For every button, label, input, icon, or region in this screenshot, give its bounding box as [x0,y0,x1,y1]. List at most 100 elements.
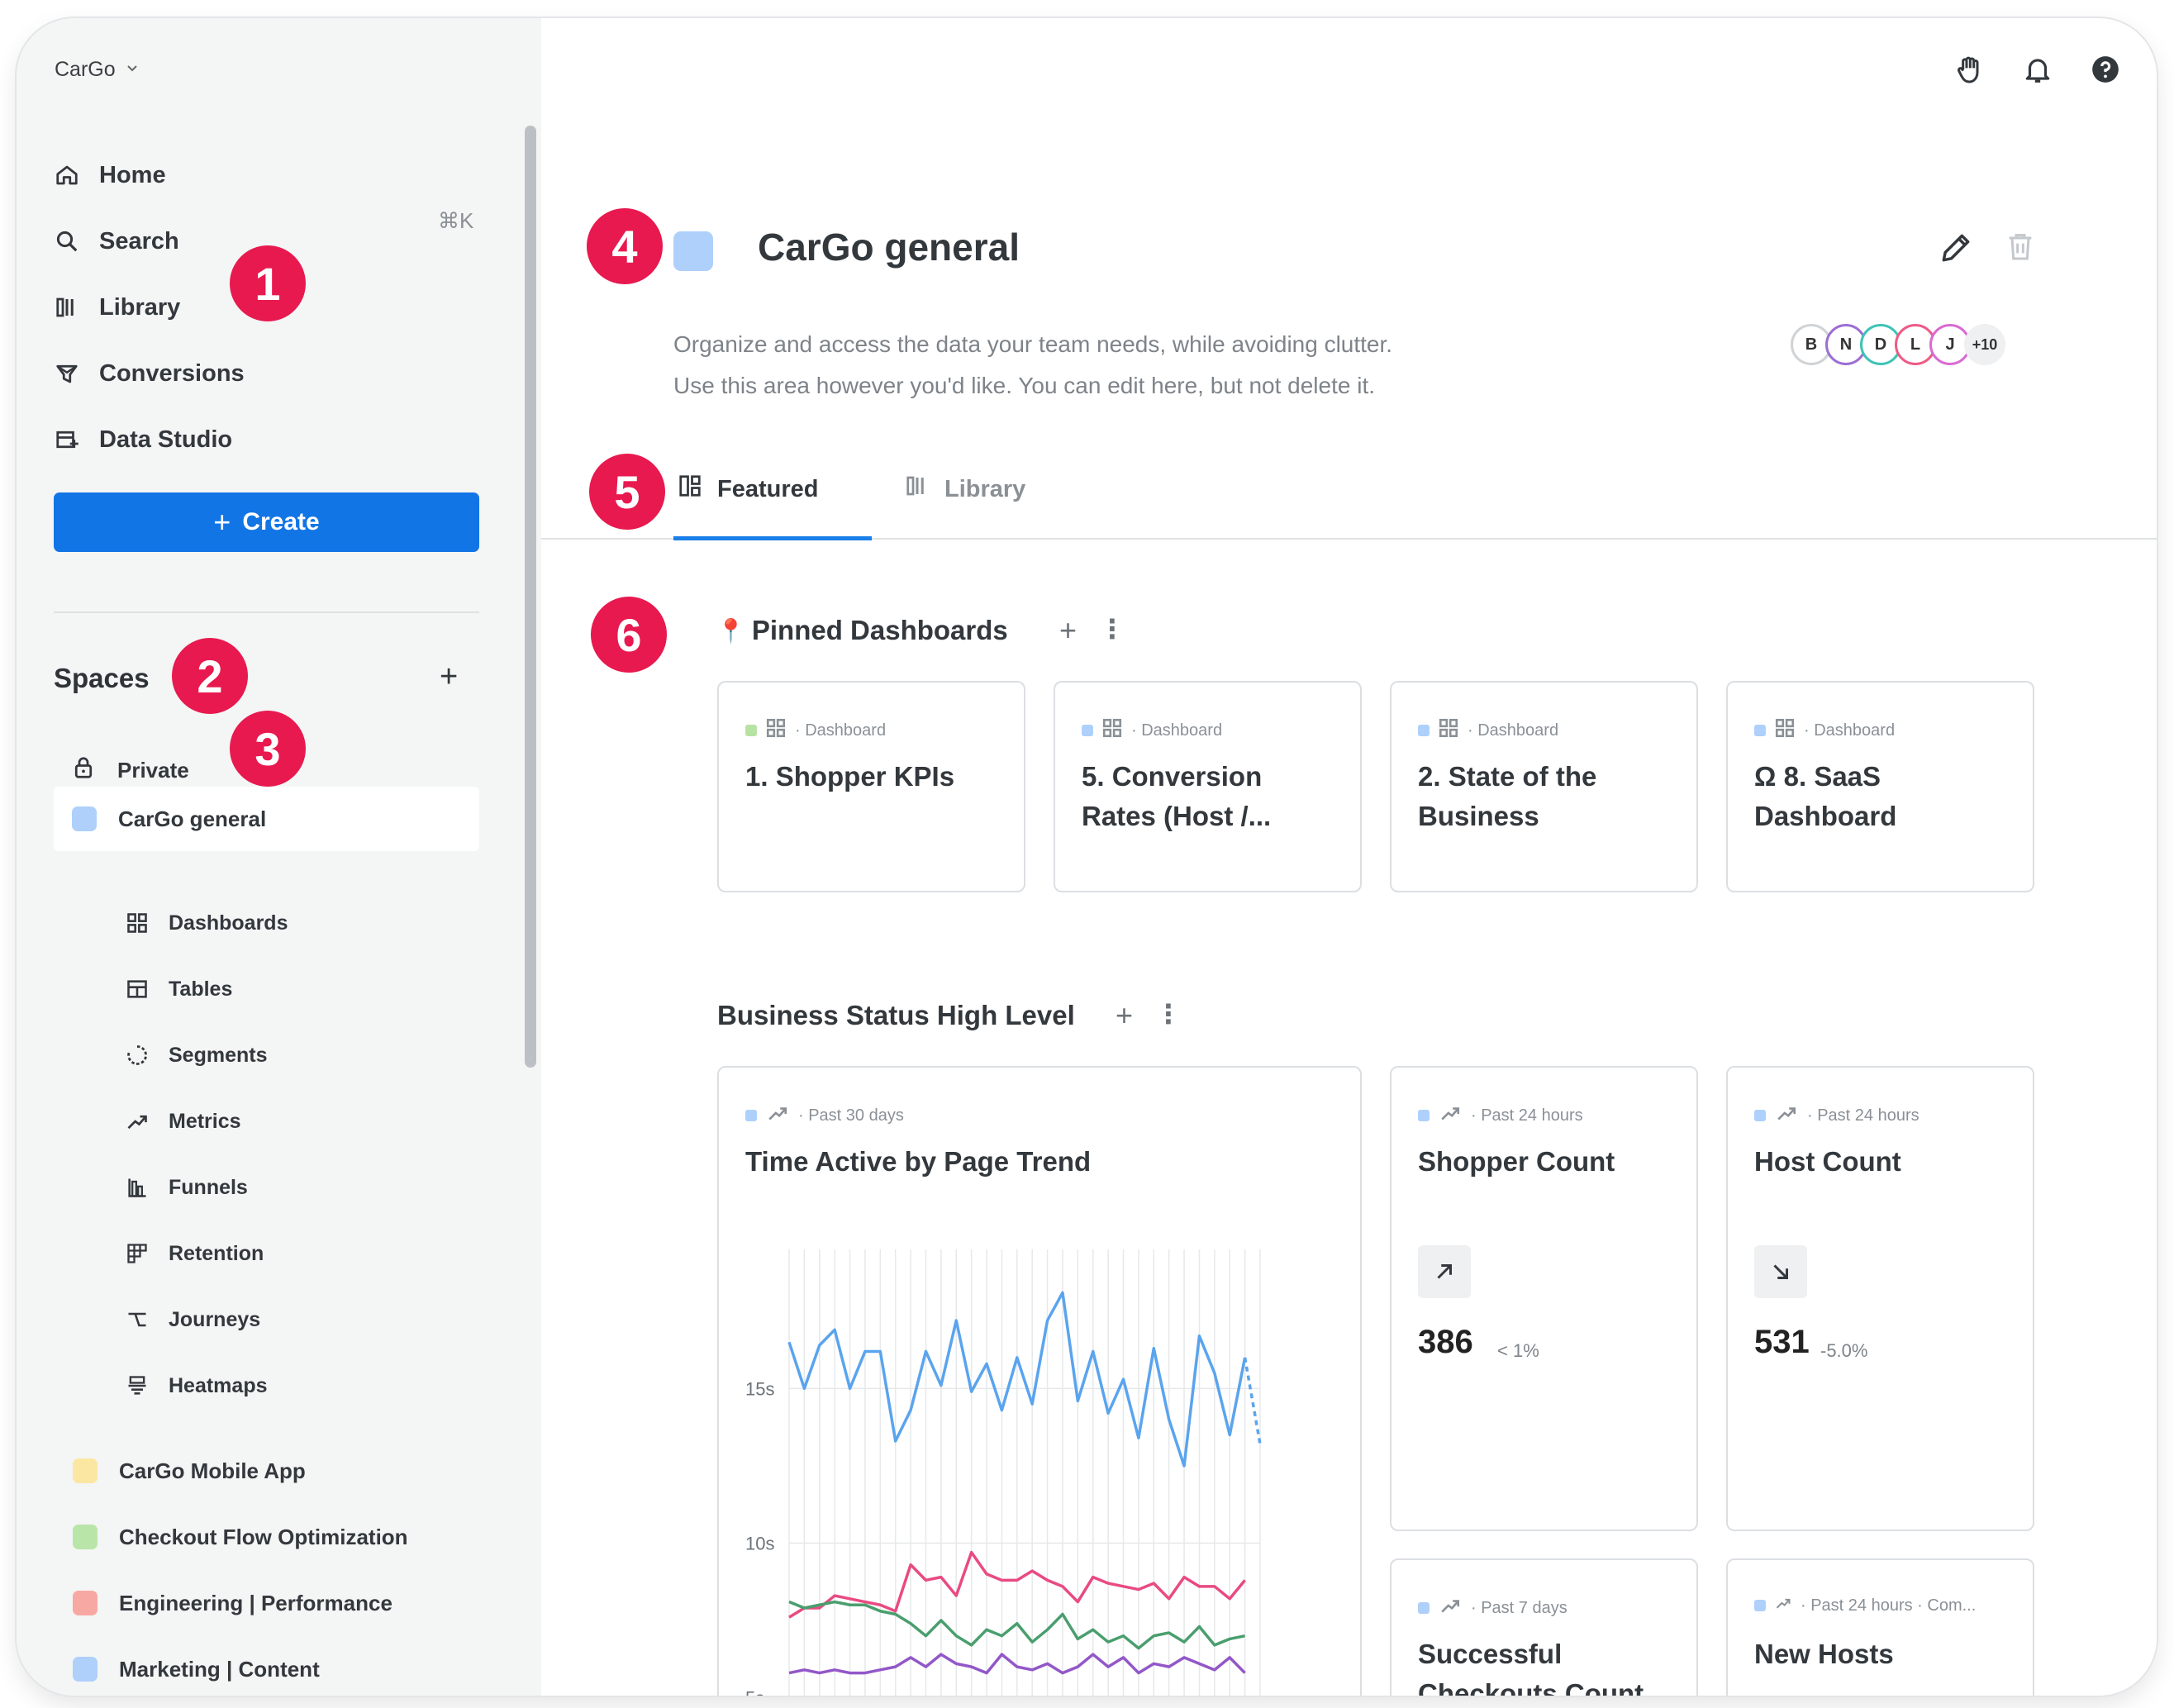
sub-item-label: Tables [169,977,233,1001]
space-checkout-flow[interactable]: Checkout Flow Optimization [73,1519,408,1555]
add-space-button[interactable]: + [440,659,458,695]
tab-library-label: Library [944,475,1026,502]
y-tick-label: 15s [745,1378,774,1399]
pencil-icon[interactable] [1938,230,1977,269]
status-dot [1754,725,1766,736]
space-color-swatch [72,806,97,831]
tab-library[interactable]: Library [905,469,1025,510]
member-avatars[interactable]: B N D L J +10 [1791,324,2005,365]
sub-item-label: Dashboards [169,911,288,935]
help-icon[interactable] [2087,51,2124,88]
nav-search-label: Search [99,227,179,255]
callout-3: 3 [230,711,306,787]
space-color-swatch [673,231,713,271]
nav-library[interactable]: Library [53,287,180,328]
home-icon [53,161,81,189]
create-button[interactable]: + Create [54,492,479,552]
add-pinned-button[interactable]: + [1059,613,1077,648]
sub-item-funnels[interactable]: Funnels [124,1169,248,1206]
metrics-icon [1438,1595,1463,1621]
sub-item-label: Journeys [169,1307,261,1331]
callout-1: 1 [230,245,306,321]
pinned-dashboards-title: Pinned Dashboards [751,615,1008,645]
nav-data-studio-label: Data Studio [99,426,233,453]
space-cargo-general-label: CarGo general [118,806,267,831]
space-marketing-content[interactable]: Marketing | Content [73,1651,320,1687]
sub-item-dashboards[interactable]: Dashboards [124,905,288,941]
space-private[interactable]: Private [71,752,189,788]
y-tick-label: 5s [745,1688,764,1696]
dashboard-card[interactable]: · Dashboard Ω 8. SaaS Dashboard [1726,681,2034,892]
journeys-icon [124,1306,150,1333]
sub-item-heatmaps[interactable]: Heatmaps [124,1368,268,1404]
workspace-name: CarGo [55,58,116,81]
status-dot [1754,1110,1766,1121]
more-options-button[interactable]: ⋮ [1099,613,1125,645]
report-card-host-count[interactable]: · Past 24 hours Host Count 531 -5.0% [1726,1066,2034,1531]
hand-icon[interactable] [1952,51,1988,88]
add-report-button[interactable]: + [1116,998,1133,1033]
create-button-label: Create [242,508,320,535]
status-dot [745,725,757,736]
space-engineering-performance[interactable]: Engineering | Performance [73,1585,392,1621]
card-title: 5. Conversion Rates (Host /... [1082,761,1272,831]
business-status-heading: Business Status High Level [717,1000,1075,1030]
funnels-icon [124,1174,150,1201]
space-cargo-general[interactable]: CarGo general [54,787,479,851]
nav-search[interactable]: Search [53,221,179,262]
dashboards-icon [765,717,787,744]
space-cargo-mobile-app[interactable]: CarGo Mobile App [73,1453,306,1489]
status-dot [1754,1600,1766,1611]
space-private-label: Private [117,757,189,783]
space-color-swatch [73,1657,98,1682]
dashboards-icon [1101,717,1123,744]
callout-2: 2 [172,638,248,714]
card-type: · Dashboard [795,721,887,740]
space-label: Marketing | Content [119,1656,320,1682]
callout-4: 4 [587,208,663,284]
card-meta: · Dashboard [745,717,886,744]
data-studio-icon [53,426,81,454]
sidebar-scrollbar[interactable] [525,126,536,1068]
tab-featured[interactable]: Featured [678,469,818,510]
segments-icon [124,1042,150,1068]
nav-data-studio[interactable]: Data Studio [53,419,232,460]
sub-item-tables[interactable]: Tables [124,971,232,1007]
card-title: Shopper Count [1418,1146,1615,1177]
space-color-swatch [73,1525,98,1549]
space-description: Organize and access the data your team n… [673,324,1392,407]
card-title: Successful Checkouts Count [1418,1639,1644,1696]
card-meta: · Dashboard [1082,717,1222,744]
tables-icon [124,976,150,1002]
report-card-time-active[interactable]: · Past 30 days Time Active by Page Trend… [717,1066,1362,1696]
search-shortcut: ⌘K [438,208,474,233]
space-color-swatch [73,1591,98,1615]
arrow-down-right-icon [1754,1245,1807,1298]
search-icon [53,227,81,255]
metric-value: 531 [1754,1324,1810,1360]
space-color-swatch [73,1458,98,1483]
sub-item-metrics[interactable]: Metrics [124,1103,241,1139]
nav-home[interactable]: Home [53,155,166,196]
report-card-new-hosts[interactable]: · Past 24 hours · Com... New Hosts [1726,1558,2034,1696]
status-dot [1418,1602,1430,1614]
pinned-dashboards-heading: 📍 Pinned Dashboards [716,615,1008,646]
bell-icon[interactable] [2019,51,2056,88]
card-meta: · Past 7 days [1418,1595,1567,1621]
dashboard-card[interactable]: · Dashboard 5. Conversion Rates (Host /.… [1054,681,1362,892]
main-content: 4 CarGo general Organize and access the … [541,18,2157,1696]
workspace-switcher[interactable]: CarGo [55,58,140,82]
dashboard-card[interactable]: · Dashboard 1. Shopper KPIs [717,681,1025,892]
sub-item-journeys[interactable]: Journeys [124,1301,260,1338]
sub-item-segments[interactable]: Segments [124,1037,267,1073]
tab-bar: 5 Featured Library [541,444,2157,540]
report-card-successful-checkouts[interactable]: · Past 7 days Successful Checkouts Count [1390,1558,1698,1696]
report-card-shopper-count[interactable]: · Past 24 hours Shopper Count 386 < 1% [1390,1066,1698,1531]
more-options-button[interactable]: ⋮ [1155,998,1182,1030]
space-label: Engineering | Performance [119,1590,392,1615]
card-type: · Dashboard [1804,721,1896,740]
nav-conversions[interactable]: Conversions [53,353,245,394]
metric-delta: -5.0% [1820,1340,1868,1361]
sub-item-retention[interactable]: Retention [124,1235,264,1272]
dashboard-card[interactable]: · Dashboard 2. State of the Business [1390,681,1698,892]
